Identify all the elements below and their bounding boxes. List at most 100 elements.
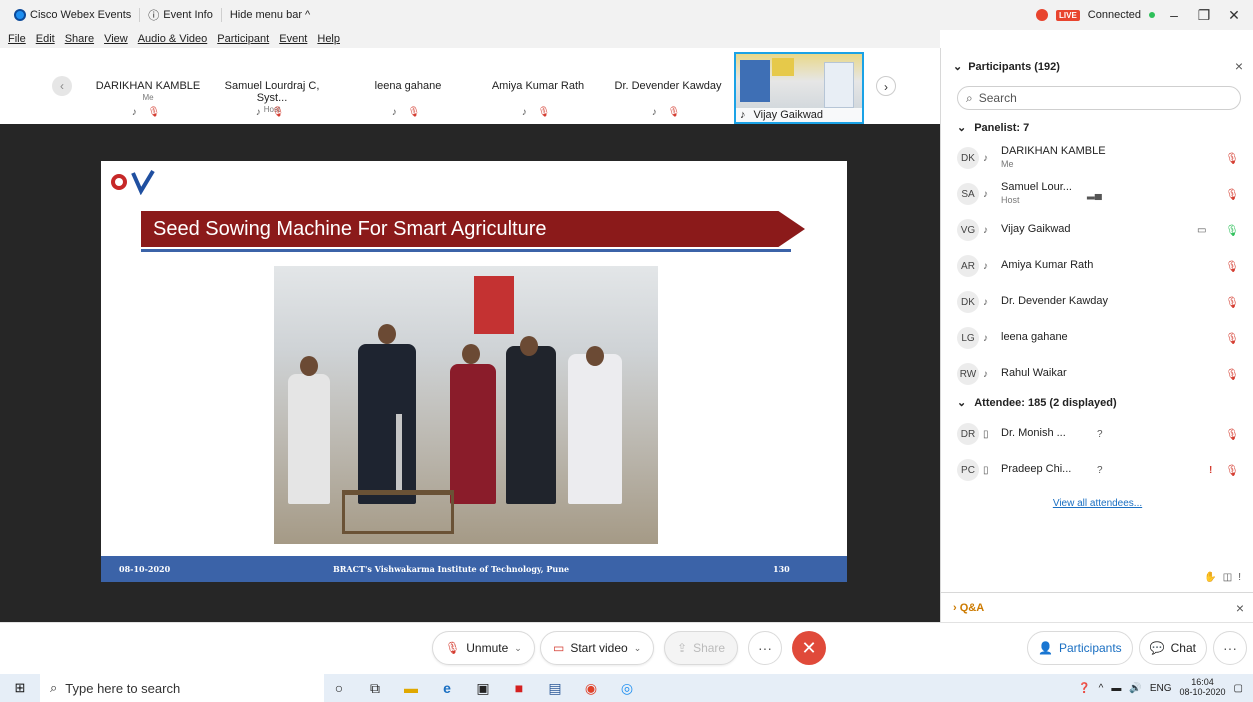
- attendee-row[interactable]: PC ▯ Pradeep Chi... ? ! 🎙: [957, 456, 1247, 484]
- live-badge: LIVE: [1056, 9, 1080, 21]
- menu-audio-video[interactable]: Audio & Video: [138, 33, 208, 45]
- clock[interactable]: 16:04 08-10-2020: [1180, 677, 1226, 698]
- mic-muted-icon[interactable]: 🎙: [1225, 296, 1239, 309]
- store-icon[interactable]: ▣: [474, 680, 492, 697]
- mic-muted-icon[interactable]: 🎙: [1225, 332, 1239, 345]
- attendee-section-header[interactable]: ⌄ Attendee: 185 (2 displayed): [957, 396, 1117, 410]
- view-all-attendees-link[interactable]: View all attendees...: [941, 498, 1253, 509]
- menu-view[interactable]: View: [104, 33, 128, 45]
- restore-button[interactable]: ❐: [1193, 7, 1215, 24]
- participant-name-block: DARIKHAN KAMBLE Me: [1001, 145, 1106, 171]
- participant-name: leena gahane: [1001, 331, 1068, 344]
- avatar: VG: [957, 219, 979, 241]
- mic-muted-icon: 🎙: [667, 107, 685, 118]
- menu-participant[interactable]: Participant: [217, 33, 269, 45]
- minimize-button[interactable]: –: [1163, 7, 1185, 23]
- info-icon: ⓘ: [148, 10, 160, 22]
- netflix-icon[interactable]: ■: [510, 680, 528, 696]
- qa-label: Q&A: [959, 601, 985, 614]
- more-options-button[interactable]: ···: [748, 631, 782, 665]
- participant-strip: ‹ DARIKHAN KAMBLE Me ♪ 🎙 Samuel Lourdraj…: [0, 48, 940, 124]
- panelist-section-header[interactable]: ⌄ Panelist: 7: [957, 121, 1029, 135]
- menu-help[interactable]: Help: [317, 33, 340, 45]
- strip-prev-button[interactable]: ‹: [52, 76, 72, 96]
- video-background-shape: [740, 60, 770, 102]
- cortana-icon[interactable]: ○: [330, 680, 348, 696]
- active-video-tile[interactable]: ♪ Vijay Gaikwad: [734, 52, 864, 124]
- end-meeting-button[interactable]: ✕: [792, 631, 826, 665]
- windows-start-icon[interactable]: ⊞: [0, 680, 40, 696]
- feedback-icon[interactable]: ◫: [1223, 572, 1232, 583]
- close-panel-button[interactable]: ×: [1235, 58, 1243, 74]
- hide-menu-bar-button[interactable]: Hide menu bar ^: [222, 8, 318, 22]
- mic-muted-icon[interactable]: 🎙: [1225, 260, 1239, 273]
- event-info-button[interactable]: ⓘ Event Info: [140, 8, 222, 22]
- help-icon[interactable]: ❓: [1078, 683, 1090, 694]
- strip-next-button[interactable]: ›: [876, 76, 896, 96]
- share-button[interactable]: ⇪ Share: [664, 631, 739, 665]
- photo-person-head: [378, 324, 396, 344]
- participant-row[interactable]: SA ♪ Samuel Lour... Host ▂▄ 🎙: [957, 180, 1247, 208]
- chevron-up-icon[interactable]: ^: [1099, 683, 1104, 694]
- qa-panel-header[interactable]: › Q&A ×: [941, 592, 1253, 622]
- participant-row[interactable]: LG ♪ leena gahane 🎙: [957, 324, 1247, 352]
- start-video-button[interactable]: ▭ Start video ⌄: [540, 631, 655, 665]
- unmute-button[interactable]: 🎙 Unmute ⌄: [432, 631, 535, 665]
- event-info-label: Event Info: [163, 9, 213, 21]
- participant-tile[interactable]: DARIKHAN KAMBLE Me ♪ 🎙: [86, 52, 210, 120]
- chat-icon: 💬: [1149, 641, 1165, 655]
- signal-strength-icon: ▂▄: [1087, 188, 1102, 200]
- file-explorer-icon[interactable]: ▬: [402, 680, 420, 696]
- mic-muted-icon[interactable]: 🎙: [1225, 152, 1239, 165]
- taskbar-pinned-apps: ○ ⧉ ▬ e ▣ ■ ▤ ◉ ◎: [330, 674, 636, 702]
- participant-tile[interactable]: Dr. Devender Kawday ♪ 🎙: [606, 52, 730, 120]
- mic-muted-icon[interactable]: 🎙: [1225, 368, 1239, 381]
- participant-name: Samuel Lour...: [1001, 180, 1072, 193]
- chevron-down-icon[interactable]: ⌄: [634, 643, 642, 654]
- mic-muted-icon[interactable]: 🎙: [1225, 428, 1239, 441]
- language-indicator[interactable]: ENG: [1150, 683, 1172, 694]
- participant-role: Me: [1001, 159, 1014, 169]
- participant-tile[interactable]: leena gahane ♪ 🎙: [346, 52, 470, 120]
- participant-name: Vijay Gaikwad: [1001, 223, 1071, 236]
- participant-row[interactable]: RW ♪ Rahul Waikar 🎙: [957, 360, 1247, 388]
- volume-icon[interactable]: 🔊: [1129, 683, 1141, 694]
- close-window-button[interactable]: ✕: [1223, 7, 1245, 24]
- close-qa-button[interactable]: ×: [1236, 600, 1244, 616]
- document-app-icon[interactable]: ▤: [546, 680, 564, 697]
- participant-row[interactable]: AR ♪ Amiya Kumar Rath 🎙: [957, 252, 1247, 280]
- mic-muted-icon[interactable]: 🎙: [1225, 464, 1239, 477]
- participants-panel-header[interactable]: ⌄ Participants (192): [953, 60, 1060, 74]
- participant-search-input[interactable]: ⌕ Search: [957, 86, 1241, 110]
- menu-share[interactable]: Share: [65, 33, 94, 45]
- participants-panel-title: Participants (192): [968, 60, 1060, 73]
- chat-toggle-button[interactable]: 💬 Chat: [1138, 631, 1207, 665]
- chevron-down-icon[interactable]: ⌄: [514, 643, 522, 654]
- participant-row[interactable]: DK ♪ Dr. Devender Kawday 🎙: [957, 288, 1247, 316]
- participant-tile[interactable]: Samuel Lourdraj C, Syst... Host ♪ 🎙: [210, 52, 334, 120]
- raise-hand-icon[interactable]: ✋: [1204, 572, 1216, 583]
- participants-toggle-button[interactable]: 👤 Participants: [1027, 631, 1133, 665]
- participant-name: Dr. Devender Kawday: [1001, 295, 1108, 308]
- taskbar-search-input[interactable]: ⌕ Type here to search: [40, 674, 324, 702]
- participant-tile[interactable]: Amiya Kumar Rath ♪ 🎙: [476, 52, 600, 120]
- avatar: PC: [957, 459, 979, 481]
- menu-event[interactable]: Event: [279, 33, 307, 45]
- notification-icon[interactable]: ▢: [1234, 683, 1243, 694]
- menu-edit[interactable]: Edit: [36, 33, 55, 45]
- chrome-icon[interactable]: ◉: [582, 680, 600, 697]
- connection-status[interactable]: Connected: [1088, 9, 1141, 21]
- mic-active-icon[interactable]: 🎙: [1225, 224, 1239, 237]
- webex-taskbar-icon[interactable]: ◎: [618, 680, 636, 697]
- unknown-status-mark: ?: [1097, 428, 1103, 440]
- task-view-icon[interactable]: ⧉: [366, 680, 384, 697]
- more-panels-button[interactable]: ···: [1213, 631, 1247, 665]
- alert-icon[interactable]: !: [1238, 572, 1241, 583]
- menu-file[interactable]: File: [8, 33, 26, 45]
- participant-row[interactable]: DK ♪ DARIKHAN KAMBLE Me 🎙: [957, 144, 1247, 172]
- attendee-row[interactable]: DR ▯ Dr. Monish ... ? 🎙: [957, 420, 1247, 448]
- participant-row[interactable]: VG ♪ Vijay Gaikwad ▭ 🎙: [957, 216, 1247, 244]
- edge-browser-icon[interactable]: e: [438, 680, 456, 696]
- battery-icon[interactable]: ▬: [1111, 683, 1121, 694]
- mic-muted-icon[interactable]: 🎙: [1225, 188, 1239, 201]
